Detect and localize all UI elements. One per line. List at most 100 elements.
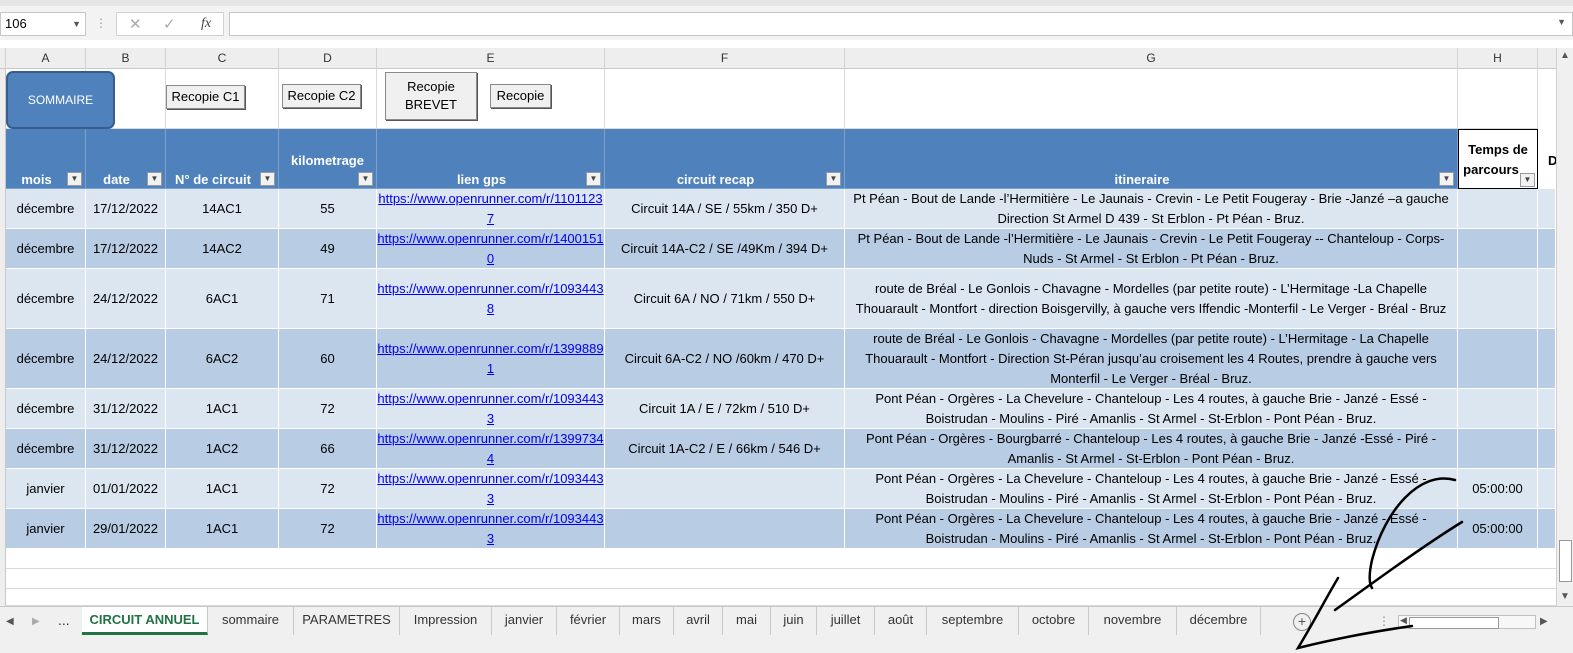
cell[interactable] <box>1538 389 1556 429</box>
cell-itineraire[interactable]: Pont Péan - Orgères - La Chevelure - Cha… <box>845 509 1458 549</box>
cell-gps[interactable]: https://www.openrunner.com/r/10934433 <box>377 469 605 509</box>
filter-dropdown-icon[interactable]: ▼ <box>67 172 82 186</box>
gps-link[interactable]: https://www.openrunner.com/r/13997344 <box>377 429 604 468</box>
sheet-tab[interactable]: janvier <box>492 607 557 635</box>
recopie-c1-button[interactable]: Recopie C1 <box>166 85 245 109</box>
gps-link[interactable]: https://www.openrunner.com/r/14001510 <box>377 229 604 268</box>
filter-dropdown-icon[interactable]: ▼ <box>586 172 601 186</box>
cell-date[interactable]: 31/12/2022 <box>86 389 166 429</box>
gps-link[interactable]: https://www.openrunner.com/r/13998891 <box>377 339 604 379</box>
cell-gps[interactable]: https://www.openrunner.com/r/10934438 <box>377 269 605 329</box>
sheet-tab[interactable]: septembre <box>927 607 1019 635</box>
cell[interactable] <box>1538 269 1556 329</box>
cell-itineraire[interactable]: Pt Péan - Bout de Lande -l’Hermitière - … <box>845 229 1458 269</box>
cell-km[interactable]: 60 <box>279 329 377 389</box>
next-sheet-icon[interactable]: ▶ <box>32 616 40 627</box>
cell[interactable] <box>1538 329 1556 389</box>
cell-itineraire[interactable]: Pont Péan - Orgères - Bourgbarré - Chant… <box>845 429 1458 469</box>
cell-mois[interactable]: décembre <box>6 269 86 329</box>
column-header-b[interactable]: B <box>86 48 166 69</box>
cell-date[interactable]: 29/01/2022 <box>86 509 166 549</box>
empty-row[interactable] <box>6 549 1556 569</box>
more-sheets-button[interactable]: ... <box>58 612 70 628</box>
cell-gps[interactable]: https://www.openrunner.com/r/13997344 <box>377 429 605 469</box>
cell-gps[interactable]: https://www.openrunner.com/r/14001510 <box>377 229 605 269</box>
cell-recap[interactable]: Circuit 14A / SE / 55km / 350 D+ <box>605 189 845 229</box>
cell-recap[interactable]: Circuit 1A / E / 72km / 510 D+ <box>605 389 845 429</box>
empty-row[interactable] <box>6 569 1556 589</box>
cell-temps[interactable] <box>1458 429 1538 469</box>
recopie-button[interactable]: Recopie <box>490 84 551 108</box>
sheet-tab[interactable]: Impression <box>400 607 492 635</box>
sheet-tab[interactable]: CIRCUIT ANNUEL <box>82 607 208 635</box>
gps-link[interactable]: https://www.openrunner.com/r/11011237 <box>377 189 604 228</box>
cell-temps[interactable] <box>1458 389 1538 429</box>
cell-date[interactable]: 17/12/2022 <box>86 189 166 229</box>
cell[interactable] <box>605 69 845 129</box>
filter-dropdown-icon[interactable]: ▼ <box>358 172 373 186</box>
add-sheet-icon[interactable]: + <box>1293 613 1311 631</box>
sheet-tab[interactable]: août <box>875 607 927 635</box>
horizontal-scrollbar[interactable]: ◀ <box>1398 615 1536 629</box>
vertical-scrollbar[interactable]: ▲ ▼ <box>1556 48 1573 606</box>
cell-date[interactable]: 31/12/2022 <box>86 429 166 469</box>
column-header-g[interactable]: G <box>845 48 1458 69</box>
cell-temps[interactable] <box>1458 329 1538 389</box>
gps-link[interactable]: https://www.openrunner.com/r/10934433 <box>377 469 604 508</box>
cell-mois[interactable]: décembre <box>6 189 86 229</box>
h-scroll-thumb[interactable] <box>1409 617 1499 629</box>
sheet-tab[interactable]: mai <box>723 607 771 635</box>
cell-circuit[interactable]: 1AC1 <box>166 509 279 549</box>
recopie-c2-button[interactable]: Recopie C2 <box>282 84 361 108</box>
cell-temps[interactable]: 05:00:00 <box>1458 469 1538 509</box>
filter-dropdown-icon[interactable]: ▼ <box>1439 172 1454 186</box>
cell-mois[interactable]: décembre <box>6 229 86 269</box>
sommaire-button[interactable]: SOMMAIRE <box>6 71 115 129</box>
cell[interactable] <box>1538 429 1556 469</box>
cell-recap[interactable] <box>605 469 845 509</box>
expand-formula-icon[interactable]: ▼ <box>1557 17 1566 27</box>
cell-mois[interactable]: décembre <box>6 389 86 429</box>
insert-function-icon[interactable]: fx <box>201 16 211 32</box>
cell-itineraire[interactable]: Pt Péan - Bout de Lande -l’Hermitière - … <box>845 189 1458 229</box>
scroll-left-icon[interactable]: ◀ <box>1400 615 1407 626</box>
chevron-down-icon[interactable]: ▼ <box>72 13 81 35</box>
scroll-down-icon[interactable]: ▼ <box>1560 591 1570 602</box>
cell-circuit[interactable]: 1AC1 <box>166 469 279 509</box>
column-header-i[interactable] <box>1538 48 1556 69</box>
cancel-icon[interactable]: ✕ <box>129 15 142 33</box>
cell-itineraire[interactable]: Pont Péan - Orgères - La Chevelure - Cha… <box>845 469 1458 509</box>
cell-circuit[interactable]: 6AC2 <box>166 329 279 389</box>
sheet-tab[interactable]: mars <box>620 607 674 635</box>
cell-km[interactable]: 71 <box>279 269 377 329</box>
cell-mois[interactable]: décembre <box>6 329 86 389</box>
empty-row[interactable] <box>6 589 1556 606</box>
sheet-tab[interactable]: février <box>557 607 620 635</box>
gps-link[interactable]: https://www.openrunner.com/r/10934433 <box>377 389 604 428</box>
cell-recap[interactable]: Circuit 6A / NO / 71km / 550 D+ <box>605 269 845 329</box>
cell-date[interactable]: 24/12/2022 <box>86 269 166 329</box>
cell-temps[interactable] <box>1458 269 1538 329</box>
scroll-right-icon[interactable]: ▶ <box>1540 616 1548 627</box>
scroll-up-icon[interactable]: ▲ <box>1560 50 1570 61</box>
sheet-tab[interactable]: PARAMETRES <box>294 607 400 635</box>
cell-km[interactable]: 72 <box>279 469 377 509</box>
cell-km[interactable]: 49 <box>279 229 377 269</box>
cell-recap[interactable]: Circuit 6A-C2 / NO /60km / 470 D+ <box>605 329 845 389</box>
cell-date[interactable]: 01/01/2022 <box>86 469 166 509</box>
cell-mois[interactable]: janvier <box>6 509 86 549</box>
cell-itineraire[interactable]: route de Bréal - Le Gonlois - Chavagne -… <box>845 329 1458 389</box>
formula-input[interactable]: ▼ <box>229 12 1573 36</box>
cell[interactable] <box>1458 69 1538 129</box>
cell-temps[interactable]: 05:00:00 <box>1458 509 1538 549</box>
column-header-a[interactable]: A <box>6 48 86 69</box>
name-box[interactable]: 106 ▼ <box>0 12 86 36</box>
cell[interactable] <box>1538 509 1556 549</box>
filter-dropdown-icon[interactable]: ▼ <box>826 172 841 186</box>
cell-gps[interactable]: https://www.openrunner.com/r/10934433 <box>377 509 605 549</box>
column-header-f[interactable]: F <box>605 48 845 69</box>
cell-date[interactable]: 24/12/2022 <box>86 329 166 389</box>
sheet-tab[interactable]: novembre <box>1089 607 1177 635</box>
cell-circuit[interactable]: 14AC1 <box>166 189 279 229</box>
filter-dropdown-icon[interactable]: ▼ <box>260 172 275 186</box>
